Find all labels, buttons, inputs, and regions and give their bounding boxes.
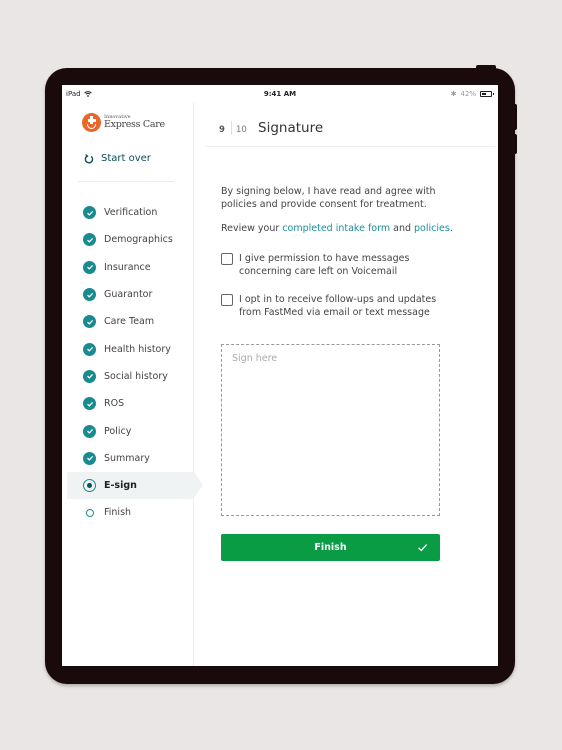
review-prefix: Review your <box>221 223 283 234</box>
step-label: Guarantor <box>104 289 153 301</box>
current-step-icon <box>83 479 96 493</box>
consent-text: By signing below, I have read and agree … <box>221 186 436 210</box>
sidebar-step-demographics[interactable]: Demographics <box>62 226 204 253</box>
logo-icon <box>82 113 101 132</box>
step-list: Verification Demographics Insurance Guarant… <box>62 199 204 527</box>
battery-icon <box>480 91 494 97</box>
check-circle-icon <box>83 315 96 329</box>
battery-percent: 42% <box>460 90 476 98</box>
check-circle-icon <box>83 424 96 438</box>
total-pages: 10 <box>236 125 247 135</box>
page-header: 9 10 Signature <box>205 103 495 147</box>
voicemail-permission-checkbox[interactable]: I give permission to have messages conce… <box>221 252 461 278</box>
check-circle-icon <box>83 451 96 465</box>
sidebar-step-policy[interactable]: Policy <box>62 417 204 444</box>
check-circle-icon <box>83 206 96 220</box>
sidebar-step-ros[interactable]: ROS <box>62 390 204 417</box>
brand-logo: Innovative Express Care <box>82 113 165 132</box>
review-middle: and <box>390 223 415 234</box>
start-over-label: Start over <box>101 153 151 164</box>
start-over-button[interactable]: Start over <box>84 153 151 164</box>
check-circle-icon <box>83 369 96 383</box>
sidebar-step-social-history[interactable]: Social history <box>62 363 204 390</box>
checkbox-box[interactable] <box>221 253 233 265</box>
signature-pad[interactable]: Sign here <box>221 344 440 516</box>
brand-name: Express Care <box>104 119 165 131</box>
step-label: Insurance <box>104 261 151 273</box>
sidebar-step-e-sign[interactable]: E-sign <box>67 471 203 500</box>
sidebar-divider <box>78 181 174 182</box>
review-suffix: . <box>449 223 453 234</box>
checkbox-label: I opt in to receive follow-ups and updat… <box>239 294 437 318</box>
sidebar-step-insurance[interactable]: Insurance <box>62 254 204 281</box>
main-panel: 9 10 Signature By signing below, I have … <box>195 103 498 666</box>
step-label: Social history <box>104 370 168 382</box>
step-label: Health history <box>104 343 171 355</box>
checkbox-label: I give permission to have messages conce… <box>239 253 410 277</box>
step-label: Care Team <box>104 316 155 328</box>
page-title: Signature <box>258 120 324 136</box>
clock: 9:41 AM <box>263 90 297 98</box>
sidebar-step-guarantor[interactable]: Guarantor <box>62 281 204 308</box>
current-page-number: 9 <box>219 125 225 135</box>
sidebar-step-verification[interactable]: Verification <box>62 199 204 226</box>
screen: iPad 9:41 AM ✱ 42% Innovative Express Ca… <box>62 85 498 666</box>
policies-link[interactable]: policies <box>414 223 450 234</box>
check-circle-icon <box>83 288 96 302</box>
step-label: Summary <box>104 452 150 464</box>
bluetooth-icon: ✱ <box>450 90 457 98</box>
sidebar-step-health-history[interactable]: Health history <box>62 335 204 362</box>
signature-placeholder: Sign here <box>232 353 278 364</box>
checkbox-box[interactable] <box>221 294 233 306</box>
step-label: E-sign <box>104 480 137 492</box>
sidebar-step-summary[interactable]: Summary <box>62 445 204 472</box>
opt-in-updates-checkbox[interactable]: I opt in to receive follow-ups and updat… <box>221 293 461 319</box>
check-circle-icon <box>83 260 96 274</box>
completed-intake-form-link[interactable]: completed intake form <box>282 223 390 234</box>
status-bar: iPad 9:41 AM ✱ 42% <box>62 85 498 103</box>
step-label: ROS <box>104 398 125 410</box>
check-circle-icon <box>83 233 96 247</box>
check-circle-icon <box>83 397 96 411</box>
checkmark-icon <box>418 544 428 552</box>
review-text: Review your completed intake form and po… <box>221 223 481 234</box>
sidebar-step-care-team[interactable]: Care Team <box>62 308 204 335</box>
step-label: Verification <box>104 207 158 219</box>
step-label: Demographics <box>104 234 173 246</box>
check-circle-icon <box>83 342 96 356</box>
restart-icon <box>84 153 94 164</box>
step-label: Policy <box>104 425 132 437</box>
sidebar-step-finish[interactable]: Finish <box>62 499 204 526</box>
finish-button[interactable]: Finish <box>221 534 440 561</box>
pending-step-icon <box>85 508 94 517</box>
finish-button-label: Finish <box>314 542 347 553</box>
sidebar: Innovative Express Care Start over Verif… <box>62 103 203 666</box>
page-separator <box>231 121 232 135</box>
step-label: Finish <box>104 507 132 519</box>
